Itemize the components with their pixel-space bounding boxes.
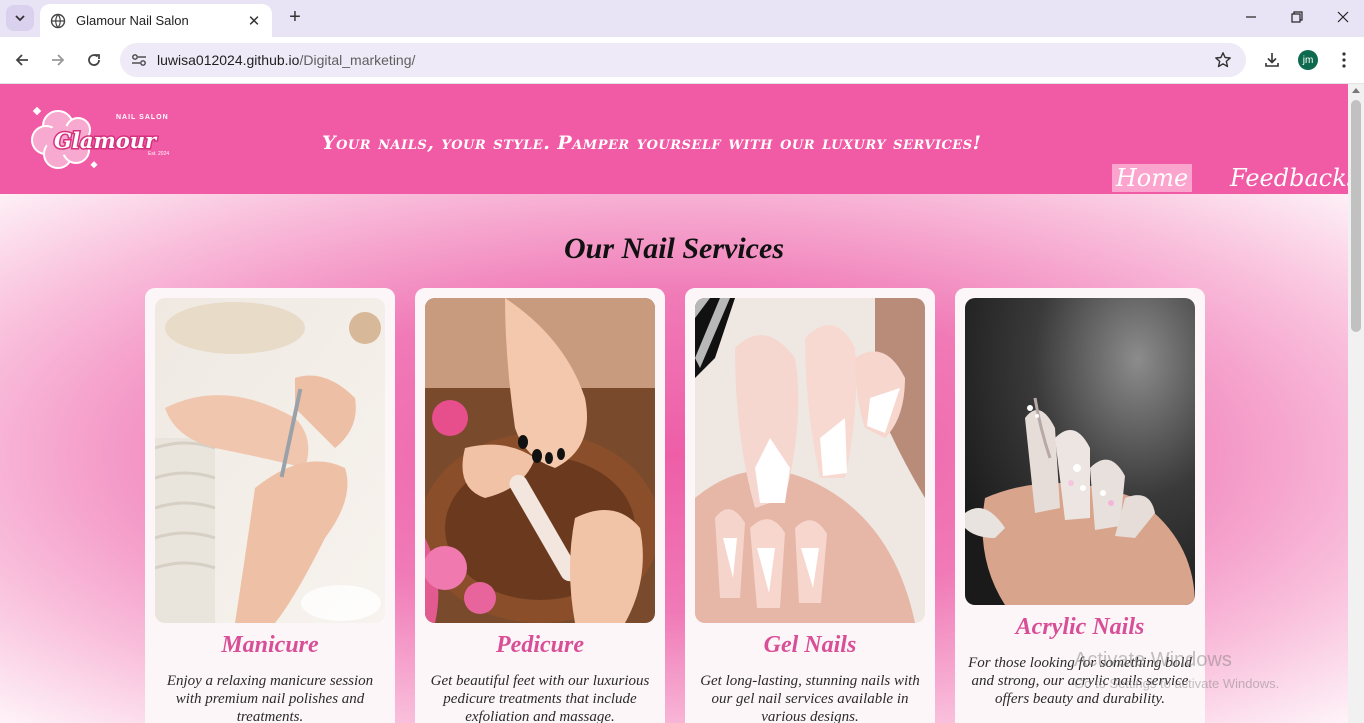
- tab-close-icon[interactable]: ✕: [246, 12, 262, 30]
- service-card-gel-nails: Gel Nails Get long-lasting, stunning nai…: [685, 288, 935, 723]
- nav-link-feedbacks[interactable]: Feedbacks: [1230, 164, 1348, 192]
- avatar: jm: [1298, 50, 1318, 70]
- back-button[interactable]: [9, 47, 35, 73]
- reload-button[interactable]: [81, 47, 107, 73]
- tab-search-button[interactable]: [6, 5, 34, 31]
- url-host: luwisa012024.github.io: [157, 52, 300, 68]
- new-tab-button[interactable]: +: [283, 6, 307, 30]
- activate-windows-watermark: Activate Windows Go to Settings to activ…: [1074, 649, 1279, 691]
- browser-tab[interactable]: Glamour Nail Salon ✕: [40, 4, 272, 37]
- service-name: Gel Nails: [763, 632, 857, 658]
- arrow-right-icon: [52, 54, 65, 66]
- gel-nails-photo: [695, 298, 925, 623]
- browser-menu-button[interactable]: [1331, 47, 1357, 73]
- chevron-down-icon: [15, 15, 25, 22]
- close-icon: [1337, 11, 1349, 23]
- more-vertical-icon: [1342, 52, 1346, 68]
- reload-icon: [88, 54, 100, 66]
- service-name: Manicure: [221, 632, 319, 658]
- glamour-logo[interactable]: NAIL SALON Glamour Est. 2024: [28, 104, 190, 174]
- arrow-left-icon: [15, 54, 28, 66]
- minimize-icon: [1246, 16, 1256, 18]
- downloads-button[interactable]: [1259, 47, 1285, 73]
- pedicure-photo: [425, 298, 655, 623]
- logo-text: Glamour: [54, 128, 158, 153]
- site-settings-icon[interactable]: [130, 51, 148, 69]
- bookmark-star-icon[interactable]: [1214, 51, 1232, 69]
- scroll-up-icon[interactable]: [1352, 88, 1360, 93]
- close-window-button[interactable]: [1320, 0, 1364, 34]
- tagline: Your nails, your style. Pamper yourself …: [322, 132, 982, 154]
- scrollbar-thumb[interactable]: [1351, 100, 1361, 332]
- acrylic-nails-photo: [965, 298, 1195, 605]
- profile-button[interactable]: jm: [1295, 47, 1321, 73]
- site-header: NAIL SALON Glamour Est. 2024 Your nails,…: [0, 84, 1348, 194]
- forward-button[interactable]: [45, 47, 71, 73]
- restore-button[interactable]: [1274, 0, 1320, 34]
- page-scrollbar[interactable]: [1348, 84, 1364, 723]
- manicure-photo: [155, 298, 385, 623]
- page-viewport: NAIL SALON Glamour Est. 2024 Your nails,…: [0, 84, 1348, 723]
- watermark-subtitle: Go to Settings to activate Windows.: [1074, 676, 1280, 691]
- watermark-title: Activate Windows: [1074, 649, 1232, 671]
- browser-toolbar: luwisa012024.github.io/Digital_marketing…: [0, 37, 1364, 84]
- service-card-pedicure: Pedicure Get beautiful feet with our lux…: [415, 288, 665, 723]
- restore-icon: [1291, 11, 1303, 23]
- tab-title: Glamour Nail Salon: [76, 13, 189, 28]
- globe-icon: [50, 13, 66, 28]
- nav-link-home[interactable]: Home: [1112, 164, 1192, 192]
- service-description: Get beautiful feet with our luxurious pe…: [430, 673, 650, 723]
- service-card-manicure: Manicure Enjoy a relaxing manicure sessi…: [145, 288, 395, 723]
- logo-subtext: NAIL SALON: [116, 114, 169, 121]
- service-description: Get long-lasting, stunning nails with ou…: [700, 673, 920, 723]
- service-name: Acrylic Nails: [1015, 614, 1145, 640]
- service-name: Pedicure: [496, 632, 584, 658]
- minimize-button[interactable]: [1228, 0, 1274, 34]
- address-bar[interactable]: luwisa012024.github.io/Digital_marketing…: [120, 43, 1246, 77]
- download-icon: [1265, 53, 1279, 67]
- url-path: /Digital_marketing/: [299, 52, 416, 68]
- section-title: Our Nail Services: [564, 232, 784, 265]
- browser-tab-strip: Glamour Nail Salon ✕ +: [0, 0, 1364, 37]
- logo-est: Est. 2024: [148, 151, 169, 157]
- service-description: Enjoy a relaxing manicure session with p…: [166, 673, 374, 723]
